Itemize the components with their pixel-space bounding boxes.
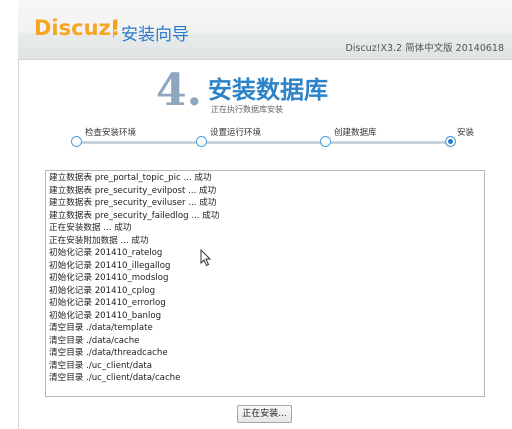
log-line: 清空目录 ./data/template [49,323,153,333]
log-line: 清空目录 ./uc_client/data [49,360,153,371]
log-line: 初始化记录 201410_ratelog [49,248,163,258]
log-line: 初始化记录 201410_cplog [49,285,156,296]
step-number: 4. [156,65,202,116]
step-title: 安装数据库 [208,76,328,104]
discuz-logo: Discuz! [34,16,120,40]
version-label: Discuz!X3.2 简体中文版 20140618 [345,43,504,54]
step-4-label: 安装 [457,128,475,138]
step-3-marker [320,136,331,147]
step-subtitle: 正在执行数据库安装 [211,105,283,114]
log-list: 建立数据表 pre_portal_topic_pic ... 成功 建立数据表 p… [46,171,484,385]
progress-track [75,141,452,144]
log-line: 清空目录 ./uc_client/data/cache [49,373,181,383]
log-line: 初始化记录 201410_illegallog [49,260,171,271]
log-line: 初始化记录 201410_errorlog [49,298,166,308]
step-4-marker [445,136,456,147]
step-1-marker [71,136,82,147]
log-line: 正在安装数据 ... 成功 [49,223,132,233]
step-2-label: 设置运行环境 [210,128,262,138]
log-line: 建立数据表 pre_security_failedlog ... 成功 [49,210,220,221]
step-3-label: 创建数据库 [334,128,377,138]
log-line: 建立数据表 pre_security_evilpost ... 成功 [49,185,217,196]
log-line: 建立数据表 pre_security_eviluser ... 成功 [49,198,217,208]
log-line: 清空目录 ./data/threadcache [49,348,168,358]
log-line: 正在安装附加数据 ... 成功 [49,235,149,246]
log-line: 初始化记录 201410_banlog [49,310,162,321]
step-2-marker [196,136,207,147]
log-line: 建立数据表 pre_portal_topic_pic ... 成功 [49,173,212,183]
mouse-cursor-icon [200,249,212,267]
header-divider [113,20,114,38]
step-1-label: 检查安装环境 [85,128,137,138]
installing-button[interactable]: 正在安装... [237,405,292,423]
install-log[interactable]: 建立数据表 pre_portal_topic_pic ... 成功 建立数据表 p… [45,170,485,397]
log-line: 清空目录 ./data/cache [49,335,140,346]
page-title: 安装向导 [121,25,189,45]
log-line: 初始化记录 201410_modslog [49,273,169,283]
logo-text: Discuz [34,16,111,40]
